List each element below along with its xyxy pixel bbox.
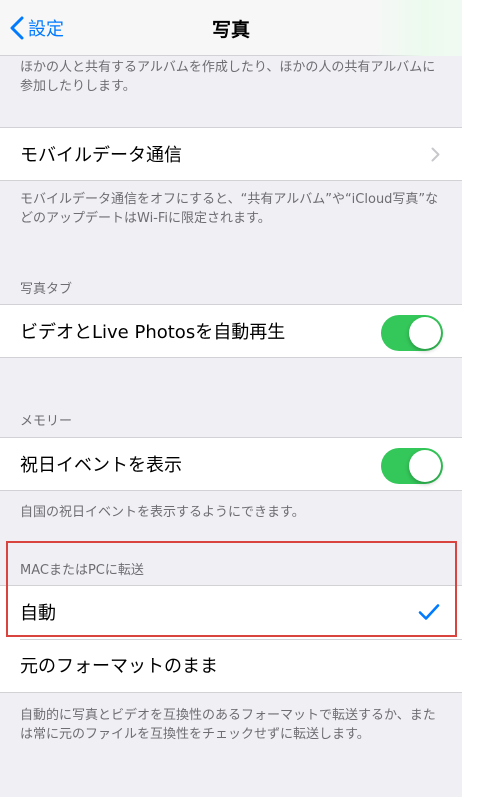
checkmark-icon [418, 604, 440, 620]
holiday-events-label: 祝日イベントを表示 [20, 455, 182, 476]
autoplay-cell: ビデオとLive Photosを自動再生 [0, 304, 462, 358]
autoplay-toggle[interactable] [381, 315, 443, 351]
holiday-events-cell: 祝日イベントを表示 [0, 437, 462, 491]
settings-screen: 設定 写真 ほかの人と共有するアルバムを作成したり、ほかの人の共有アルバムに参加… [0, 0, 462, 797]
transfer-option-label: 自動 [20, 603, 56, 624]
transfer-footer: 自動的に写真とビデオを互換性のあるフォーマットで転送するか、または常に元のファイ… [20, 708, 436, 742]
memories-header: メモリー [20, 414, 73, 429]
navigation-bar: 設定 写真 [0, 0, 462, 56]
memories-footer: 自国の祝日イベントを表示するようにできます。 [20, 505, 305, 520]
mobile-data-label: モバイルデータ通信 [20, 145, 182, 166]
transfer-option-original[interactable]: 元のフォーマットのまま [0, 639, 462, 693]
holiday-events-toggle[interactable] [381, 448, 443, 484]
mobile-data-footer: モバイルデータ通信をオフにすると、“共有アルバム”や“iCloud写真”などのア… [20, 192, 439, 226]
toggle-knob [409, 317, 441, 349]
autoplay-label: ビデオとLive Photosを自動再生 [20, 322, 286, 343]
photos-tab-header: 写真タブ [20, 282, 73, 297]
toggle-knob [409, 450, 441, 482]
transfer-option-automatic[interactable]: 自動 [0, 585, 462, 639]
shared-album-footer: ほかの人と共有するアルバムを作成したり、ほかの人の共有アルバムに参加したりします… [20, 60, 436, 94]
chevron-right-icon [431, 147, 440, 162]
mobile-data-cell[interactable]: モバイルデータ通信 [0, 127, 462, 181]
transfer-option-label: 元のフォーマットのまま [20, 656, 218, 677]
transfer-header: MACまたはPCに転送 [20, 563, 144, 578]
